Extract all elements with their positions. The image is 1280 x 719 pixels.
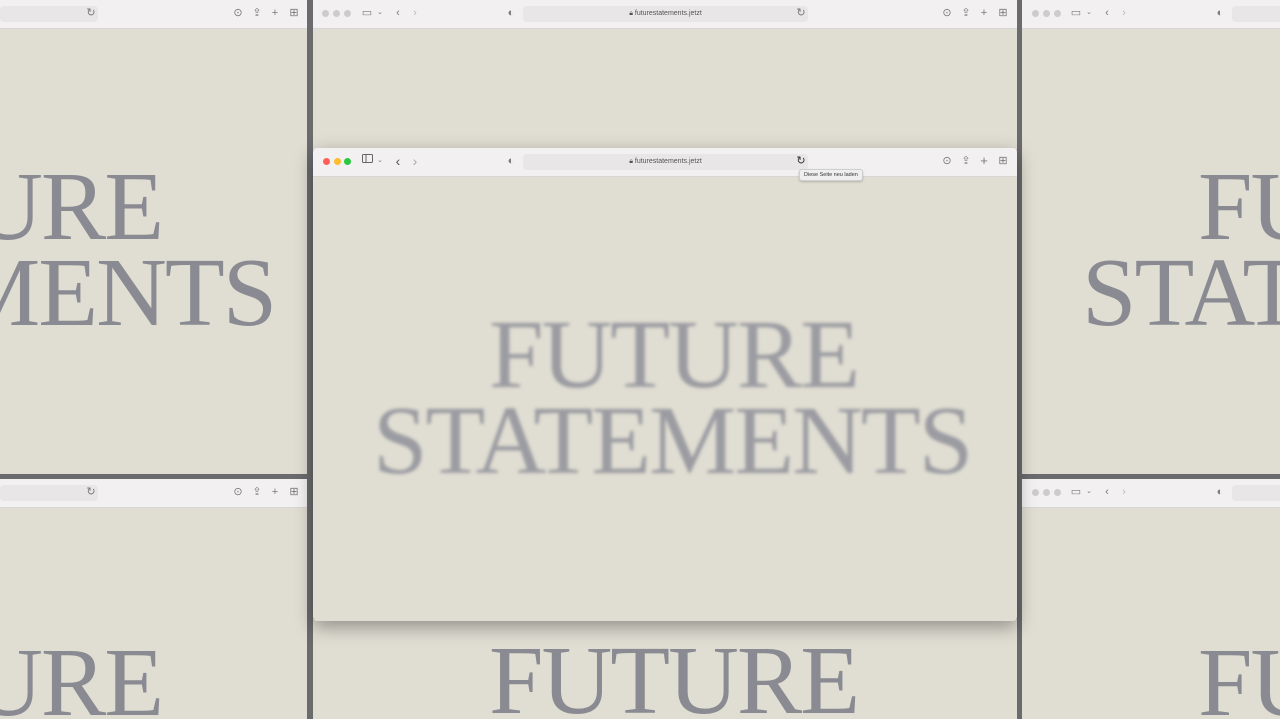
sidebar-icon[interactable] xyxy=(360,154,374,163)
headline-line1: FUTURE xyxy=(0,629,164,719)
download-icon[interactable]: ⊙ xyxy=(231,6,245,20)
bg-window-top-left: ↻ ⊙ ⇪ + ⊞ FUTURE STATEMENTS xyxy=(0,0,307,474)
address-bar[interactable] xyxy=(1232,485,1280,501)
reload-icon[interactable]: ↻ xyxy=(84,485,98,499)
bg-window-top-center: ▭ ⌄ ‹ › ◐ 🔒︎ futurestatements.jetzt ↻ ⊙ … xyxy=(313,0,1017,150)
back-icon[interactable]: ‹ xyxy=(1100,6,1114,20)
toolbar: ↻ ⊙ ⇪ + ⊞ xyxy=(0,0,307,29)
privacy-shield-icon[interactable]: ◐ xyxy=(1213,485,1227,499)
reload-icon[interactable]: ↻ xyxy=(84,6,98,20)
bg-window-bottom-left: ↻ ⊙ ⇪ + ⊞ FUTURE xyxy=(0,479,307,719)
chevron-down-icon[interactable]: ⌄ xyxy=(373,6,387,20)
toolbar: ⌄ ‹ › ◐ 🔒︎ futurestatements.jetzt ↻ ⊙ ⇪ … xyxy=(313,148,1017,177)
sidebar-icon[interactable]: ▭ xyxy=(1069,6,1083,20)
sidebar-icon[interactable]: ▭ xyxy=(1069,485,1083,499)
page-content: FUTURE STATEMENTS xyxy=(0,28,307,474)
page-content: FUTURE xyxy=(1022,507,1280,719)
page-content: FUTURE STATEMENTS xyxy=(313,176,1017,621)
minimize-button[interactable] xyxy=(1043,489,1050,496)
bg-window-bottom-right: ▭ ⌄ ‹ › ◐ FUTURE xyxy=(1022,479,1280,719)
forward-icon[interactable]: › xyxy=(408,154,422,168)
bg-window-top-right: ▭ ⌄ ‹ › ◐ FUTURE STATEMENTS xyxy=(1022,0,1280,474)
headline-line1: FUTURE xyxy=(1198,629,1280,719)
minimize-button[interactable] xyxy=(334,158,341,165)
new-tab-icon[interactable]: + xyxy=(977,6,991,20)
privacy-shield-icon[interactable]: ◐ xyxy=(1213,6,1227,20)
address-bar[interactable]: 🔒︎ futurestatements.jetzt xyxy=(523,6,808,22)
bg-window-bottom-center: FUTURE xyxy=(313,619,1017,719)
reload-tooltip: Diese Seite neu laden xyxy=(799,169,863,181)
new-tab-icon[interactable]: + xyxy=(977,154,991,168)
page-content: FUTURE xyxy=(313,619,1017,719)
forward-icon[interactable]: › xyxy=(1117,6,1131,20)
chevron-down-icon[interactable]: ⌄ xyxy=(1082,485,1096,499)
tab-overview-icon[interactable]: ⊞ xyxy=(996,6,1010,20)
forward-icon[interactable]: › xyxy=(408,6,422,20)
chevron-down-icon[interactable]: ⌄ xyxy=(373,154,387,168)
sidebar-icon[interactable]: ▭ xyxy=(360,6,374,20)
headline-line2: STATEMENTS xyxy=(373,387,973,495)
privacy-shield-icon[interactable]: ◐ xyxy=(504,154,518,168)
share-icon[interactable]: ⇪ xyxy=(250,485,264,499)
close-button[interactable] xyxy=(323,158,330,165)
toolbar: ↻ ⊙ ⇪ + ⊞ xyxy=(0,479,307,508)
address-bar[interactable]: 🔒︎ futurestatements.jetzt xyxy=(523,154,808,170)
zoom-button[interactable] xyxy=(344,10,351,17)
download-icon[interactable]: ⊙ xyxy=(940,6,954,20)
minimize-button[interactable] xyxy=(333,10,340,17)
share-icon[interactable]: ⇪ xyxy=(959,154,973,168)
headline-line2: STATEMENTS xyxy=(0,239,277,347)
zoom-button[interactable] xyxy=(1054,10,1061,17)
toolbar: ▭ ⌄ ‹ › ◐ xyxy=(1022,479,1280,508)
tab-overview-icon[interactable]: ⊞ xyxy=(287,485,301,499)
main-browser-window: ⌄ ‹ › ◐ 🔒︎ futurestatements.jetzt ↻ ⊙ ⇪ … xyxy=(313,148,1017,621)
url-text: futurestatements.jetzt xyxy=(634,10,702,17)
toolbar: ▭ ⌄ ‹ › ◐ 🔒︎ futurestatements.jetzt ↻ ⊙ … xyxy=(313,0,1017,29)
download-icon[interactable]: ⊙ xyxy=(940,154,954,168)
back-icon[interactable]: ‹ xyxy=(391,6,405,20)
address-bar[interactable] xyxy=(1232,6,1280,22)
page-content: FUTURE xyxy=(0,507,307,719)
forward-icon[interactable]: › xyxy=(1117,485,1131,499)
headline-line2: STATEMENTS xyxy=(1082,239,1280,347)
back-icon[interactable]: ‹ xyxy=(391,154,405,168)
minimize-button[interactable] xyxy=(1043,10,1050,17)
toolbar: ▭ ⌄ ‹ › ◐ xyxy=(1022,0,1280,29)
headline-line1: FUTURE xyxy=(489,627,860,719)
tab-overview-icon[interactable]: ⊞ xyxy=(996,154,1010,168)
zoom-button[interactable] xyxy=(344,158,351,165)
tab-overview-icon[interactable]: ⊞ xyxy=(287,6,301,20)
share-icon[interactable]: ⇪ xyxy=(250,6,264,20)
share-icon[interactable]: ⇪ xyxy=(959,6,973,20)
page-content xyxy=(313,28,1017,150)
privacy-shield-icon[interactable]: ◐ xyxy=(504,6,518,20)
download-icon[interactable]: ⊙ xyxy=(231,485,245,499)
close-button[interactable] xyxy=(1032,489,1039,496)
back-icon[interactable]: ‹ xyxy=(1100,485,1114,499)
chevron-down-icon[interactable]: ⌄ xyxy=(1082,6,1096,20)
reload-icon[interactable]: ↻ xyxy=(794,6,808,20)
close-button[interactable] xyxy=(322,10,329,17)
reload-icon[interactable]: ↻ xyxy=(794,154,808,168)
zoom-button[interactable] xyxy=(1054,489,1061,496)
new-tab-icon[interactable]: + xyxy=(268,6,282,20)
close-button[interactable] xyxy=(1032,10,1039,17)
new-tab-icon[interactable]: + xyxy=(268,485,282,499)
page-content: FUTURE STATEMENTS xyxy=(1022,28,1280,474)
url-text: futurestatements.jetzt xyxy=(634,158,702,165)
